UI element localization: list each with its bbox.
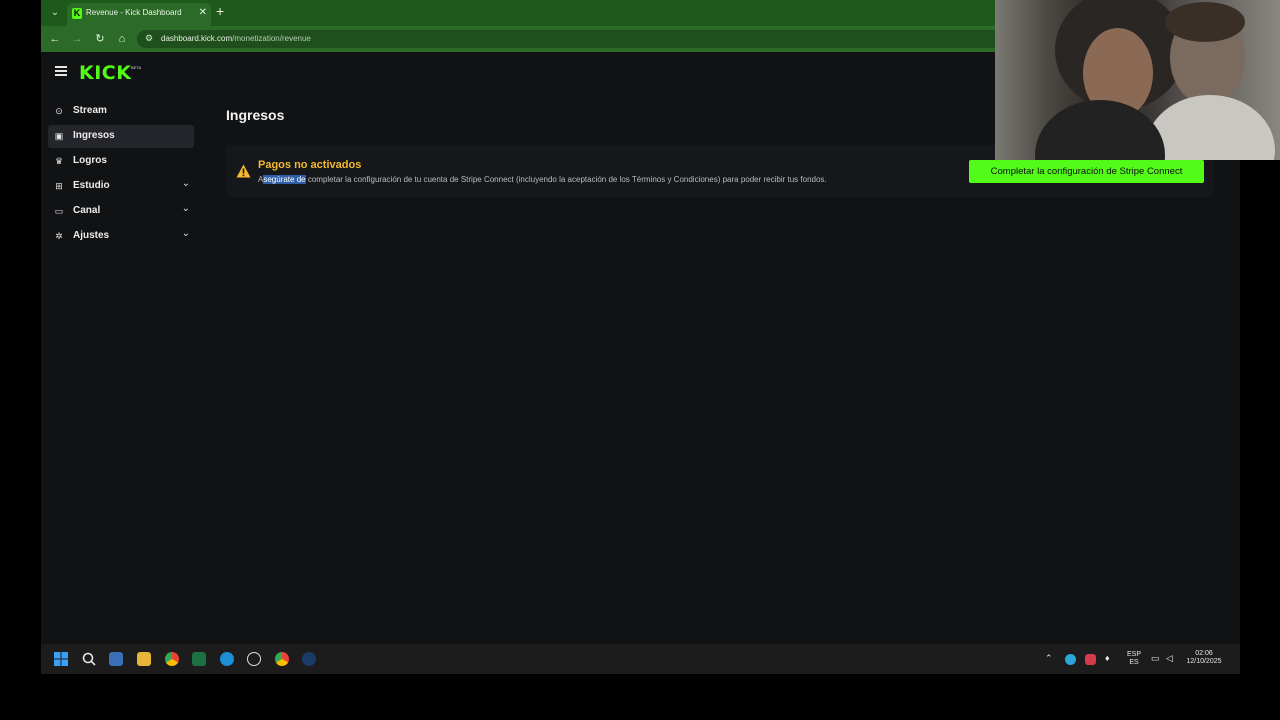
tab-title: Revenue - Kick Dashboard <box>86 8 182 17</box>
broadcast-icon: ⊙ <box>55 106 63 116</box>
alert-title: Pagos no activados <box>258 159 362 171</box>
back-arrow-icon[interactable]: ← <box>48 32 62 46</box>
windows-start-icon[interactable] <box>54 652 68 666</box>
studio-icon: ⊞ <box>55 181 63 191</box>
trophy-icon: ♛ <box>54 156 64 166</box>
tray-chevron-icon[interactable]: ⌃ <box>1045 654 1053 663</box>
warning-icon <box>236 164 251 178</box>
selected-text: segúrate de <box>263 175 306 184</box>
menu-icon[interactable] <box>55 66 67 78</box>
windows-taskbar: ⌃ ♦ ESP ES ▭ ◁ 02:06 12/10/2025 <box>41 644 1240 674</box>
search-icon[interactable] <box>82 652 96 666</box>
tray-app-icon[interactable] <box>1065 654 1076 665</box>
file-explorer-icon[interactable] <box>137 652 151 666</box>
sidebar-item-estudio[interactable]: ⊞ Estudio ⌄ <box>48 175 194 198</box>
home-icon[interactable]: ⌂ <box>115 32 129 46</box>
kick-logo[interactable]: KICK BETA <box>79 62 141 84</box>
reload-icon[interactable]: ↻ <box>93 32 107 46</box>
sidebar-item-stream[interactable]: ⊙ Stream <box>48 100 194 123</box>
sidebar-item-ajustes[interactable]: ✲ Ajustes ⌄ <box>48 225 194 248</box>
clock[interactable]: 02:06 12/10/2025 <box>1184 650 1224 666</box>
beta-badge: BETA <box>131 65 142 70</box>
app-icon[interactable] <box>247 652 261 666</box>
alert-text-rest: completar la configuración de tu cuenta … <box>305 175 827 184</box>
url-text: dashboard.kick.com/monetization/revenue <box>161 34 311 43</box>
tab-list-icon[interactable]: ⌄ <box>47 5 63 21</box>
site-info-icon[interactable]: ⚙ <box>145 33 153 44</box>
edge-icon[interactable] <box>220 652 234 666</box>
page-title: Ingresos <box>226 107 285 123</box>
lang-top: ESP <box>1126 651 1141 658</box>
url-host: dashboard.kick.com <box>161 34 233 43</box>
chrome-icon[interactable] <box>165 652 179 666</box>
sidebar-item-label: Logros <box>73 155 107 166</box>
sidebar-item-label: Ajustes <box>73 230 110 241</box>
kick-favicon-icon: K <box>72 8 82 19</box>
url-path: /monetization/revenue <box>232 34 311 43</box>
sidebar-item-canal[interactable]: ▭ Canal ⌄ <box>48 200 194 223</box>
steam-icon[interactable] <box>302 652 316 666</box>
network-icon[interactable]: ▭ <box>1151 654 1160 663</box>
volume-icon[interactable]: ◁ <box>1166 654 1173 663</box>
clock-date: 12/10/2025 <box>1186 658 1222 665</box>
language-indicator[interactable]: ESP ES <box>1125 651 1143 667</box>
excel-icon[interactable] <box>192 652 206 666</box>
microphone-icon[interactable]: ♦ <box>1105 654 1110 663</box>
sidebar-item-label: Estudio <box>73 180 110 191</box>
tray-app-icon[interactable] <box>1085 654 1096 665</box>
sidebar-item-logros[interactable]: ♛ Logros <box>48 150 194 173</box>
alert-message: Asegúrate de completar la configuración … <box>258 175 827 184</box>
sidebar-item-label: Ingresos <box>73 130 115 141</box>
stripe-connect-button[interactable]: Completar la configuración de Stripe Con… <box>969 160 1204 183</box>
sidebar: ⊙ Stream ▣ Ingresos ♛ Logros ⊞ Estudio ⌄… <box>48 100 194 250</box>
close-tab-icon[interactable]: ✕ <box>199 7 207 18</box>
chrome-active-icon[interactable] <box>275 652 289 666</box>
widgets-icon[interactable] <box>109 652 123 666</box>
new-tab-icon[interactable]: + <box>216 3 224 19</box>
sidebar-item-label: Stream <box>73 105 107 116</box>
forward-arrow-icon[interactable]: → <box>70 32 84 46</box>
logo-text: KICK <box>79 62 132 84</box>
lang-bottom: ES <box>1129 659 1139 666</box>
chevron-down-icon[interactable]: ⌄ <box>182 178 190 189</box>
sidebar-item-ingresos[interactable]: ▣ Ingresos <box>48 125 194 148</box>
chevron-down-icon[interactable]: ⌄ <box>182 228 190 239</box>
clock-time: 02:06 <box>1195 650 1213 657</box>
channel-icon: ▭ <box>54 206 64 216</box>
revenue-icon: ▣ <box>54 131 64 141</box>
browser-tab[interactable]: K Revenue - Kick Dashboard ✕ <box>67 3 211 26</box>
webcam-overlay <box>995 0 1280 160</box>
sidebar-item-label: Canal <box>73 205 101 216</box>
chevron-down-icon[interactable]: ⌄ <box>182 203 190 214</box>
gear-icon: ✲ <box>55 231 63 241</box>
